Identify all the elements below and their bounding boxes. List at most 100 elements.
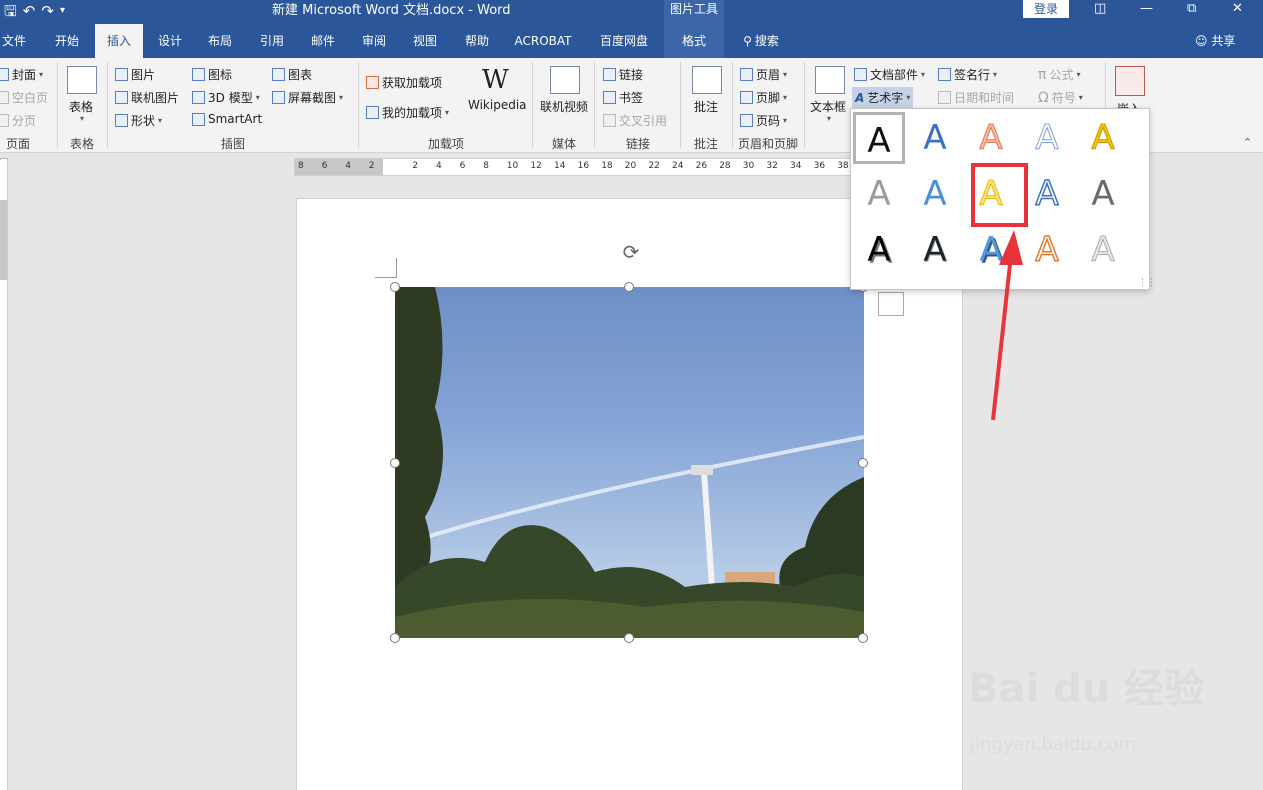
shapes-button[interactable]: 形状 ▾ <box>115 112 162 129</box>
symbol-button[interactable]: Ω 符号 ▾ <box>1038 89 1083 106</box>
tab-help[interactable]: 帮助 <box>455 24 499 58</box>
tab-home[interactable]: 开始 <box>46 24 88 58</box>
equation-button[interactable]: π 公式 ▾ <box>1038 66 1080 83</box>
wordart-style-option[interactable]: A <box>1077 112 1129 164</box>
page-number-button[interactable]: 页码 ▾ <box>740 112 787 129</box>
wordart-style-option[interactable]: A <box>1077 224 1129 276</box>
cover-page-button[interactable]: 封面 ▾ <box>0 66 43 83</box>
tab-acrobat[interactable]: ACROBAT <box>507 24 579 58</box>
layout-options-icon[interactable] <box>878 292 904 316</box>
wordart-style-option[interactable]: A <box>853 112 905 164</box>
tab-insert[interactable]: 插入 <box>95 24 143 58</box>
wikipedia-button[interactable]: Wikipedia <box>468 98 527 112</box>
quick-parts-button[interactable]: 文档部件 ▾ <box>854 66 925 83</box>
textbox-button[interactable]: 文本框 <box>810 98 846 115</box>
restore-icon[interactable]: ⧉ <box>1187 1 1196 16</box>
wordart-style-option[interactable]: A <box>1021 112 1073 164</box>
vertical-ruler[interactable] <box>0 160 8 790</box>
tab-layout[interactable]: 布局 <box>198 24 242 58</box>
table-grid-icon <box>67 66 97 94</box>
tab-references[interactable]: 引用 <box>250 24 294 58</box>
ruler-number: 38 <box>837 161 849 171</box>
comment-button[interactable]: 批注 <box>694 98 718 115</box>
resize-handle[interactable] <box>624 633 634 643</box>
tab-view[interactable]: 视图 <box>403 24 447 58</box>
cross-reference-button[interactable]: 交叉引用 <box>603 112 667 129</box>
wordart-button[interactable]: A 艺术字 ▾ <box>852 87 914 108</box>
rotate-handle-icon[interactable]: ⟳ <box>620 242 642 264</box>
ruler-number: 16 <box>577 161 590 171</box>
online-video-button[interactable]: 联机视频 <box>540 98 588 115</box>
footer-label: 页脚 <box>756 91 781 105</box>
wordart-style-option[interactable]: A <box>965 112 1017 164</box>
group-separator <box>680 62 681 148</box>
chart-button[interactable]: 图表 <box>272 66 312 83</box>
tab-design[interactable]: 设计 <box>150 24 190 58</box>
undo-icon[interactable]: ↶ <box>23 2 36 20</box>
close-icon[interactable]: ✕ <box>1232 1 1243 16</box>
icons-button[interactable]: 图标 <box>192 66 232 83</box>
customize-qat-icon[interactable]: ▾ <box>60 2 65 20</box>
page-break-button[interactable]: 分页 <box>0 112 36 129</box>
date-time-button[interactable]: 日期和时间 <box>938 89 1014 106</box>
wordart-style-option[interactable]: A <box>909 112 961 164</box>
chevron-down-icon: ▾ <box>783 93 788 102</box>
collapse-ribbon-icon[interactable]: ⌃ <box>1243 136 1252 149</box>
textbox-icon <box>815 66 845 94</box>
tab-format[interactable]: 格式 <box>664 24 724 58</box>
wordart-style-option[interactable]: A <box>909 224 961 276</box>
signature-line-button[interactable]: 签名行 ▾ <box>938 66 997 83</box>
resize-handle[interactable] <box>858 633 868 643</box>
resize-handle[interactable] <box>390 282 400 292</box>
horizontal-ruler[interactable]: 8 6 4 2 2 4 6 8 10 12 14 16 18 20 22 24 26 28 30 32 34 36 38 <box>294 158 854 176</box>
login-button[interactable]: 登录 <box>1023 0 1069 18</box>
picture-icon <box>115 68 128 81</box>
chart-label: 图表 <box>288 68 313 82</box>
pictures-button[interactable]: 图片 <box>115 66 155 83</box>
tell-me-search[interactable]: ⚲ 搜索 <box>736 24 786 58</box>
header-button[interactable]: 页眉 ▾ <box>740 66 787 83</box>
save-icon[interactable]: 🖫 <box>4 2 17 20</box>
redo-icon[interactable]: ↷ <box>41 2 54 20</box>
cross-reference-label: 交叉引用 <box>619 114 668 128</box>
wordart-style-option[interactable]: A <box>1077 168 1129 220</box>
wordart-style-option[interactable]: A <box>1021 224 1073 276</box>
shapes-icon <box>115 114 128 127</box>
group-label-pages: 页面 <box>6 137 31 151</box>
resize-handle[interactable] <box>858 458 868 468</box>
share-button[interactable]: ☺ 共享 <box>1195 24 1235 58</box>
group-separator <box>107 62 108 148</box>
get-addins-button[interactable]: 获取加载项 <box>366 74 442 91</box>
inserted-photo[interactable] <box>395 287 864 638</box>
3d-models-button[interactable]: 3D 模型 ▾ <box>192 89 260 106</box>
table-button[interactable]: 表格 <box>69 98 93 115</box>
screenshot-button[interactable]: 屏幕截图 ▾ <box>272 89 343 106</box>
highlight-box <box>971 163 1028 227</box>
resize-handle[interactable] <box>390 458 400 468</box>
my-addins-button[interactable]: 我的加载项 ▾ <box>366 104 449 121</box>
pi-icon: π <box>1038 66 1047 83</box>
photo-scene <box>395 287 864 638</box>
wordart-style-option[interactable]: A <box>853 168 905 220</box>
gallery-resize-grip-icon[interactable]: ⋮⋮ <box>1138 278 1156 288</box>
smartart-button[interactable]: SmartArt <box>192 112 262 126</box>
link-button[interactable]: 链接 <box>603 66 643 83</box>
wordart-style-option[interactable]: A <box>853 224 905 276</box>
online-pictures-button[interactable]: 联机图片 <box>115 89 179 106</box>
tab-mailings[interactable]: 邮件 <box>301 24 345 58</box>
bookmark-button[interactable]: 书签 <box>603 89 643 106</box>
tab-baidu-netdisk[interactable]: 百度网盘 <box>592 24 656 58</box>
resize-handle[interactable] <box>624 282 634 292</box>
resize-handle[interactable] <box>390 633 400 643</box>
ruler-number: 8 <box>483 161 489 171</box>
group-separator <box>532 62 533 148</box>
tab-review[interactable]: 审阅 <box>352 24 396 58</box>
wordart-style-option[interactable]: A <box>1021 168 1073 220</box>
footer-button[interactable]: 页脚 ▾ <box>740 89 787 106</box>
tab-file[interactable]: 文件 <box>0 24 28 58</box>
ribbon-display-options-icon[interactable]: ◫ <box>1094 1 1106 16</box>
chevron-down-icon: ▾ <box>339 93 344 102</box>
blank-page-button[interactable]: 空白页 <box>0 89 48 106</box>
minimize-icon[interactable]: — <box>1140 1 1153 16</box>
wordart-style-option[interactable]: A <box>909 168 961 220</box>
